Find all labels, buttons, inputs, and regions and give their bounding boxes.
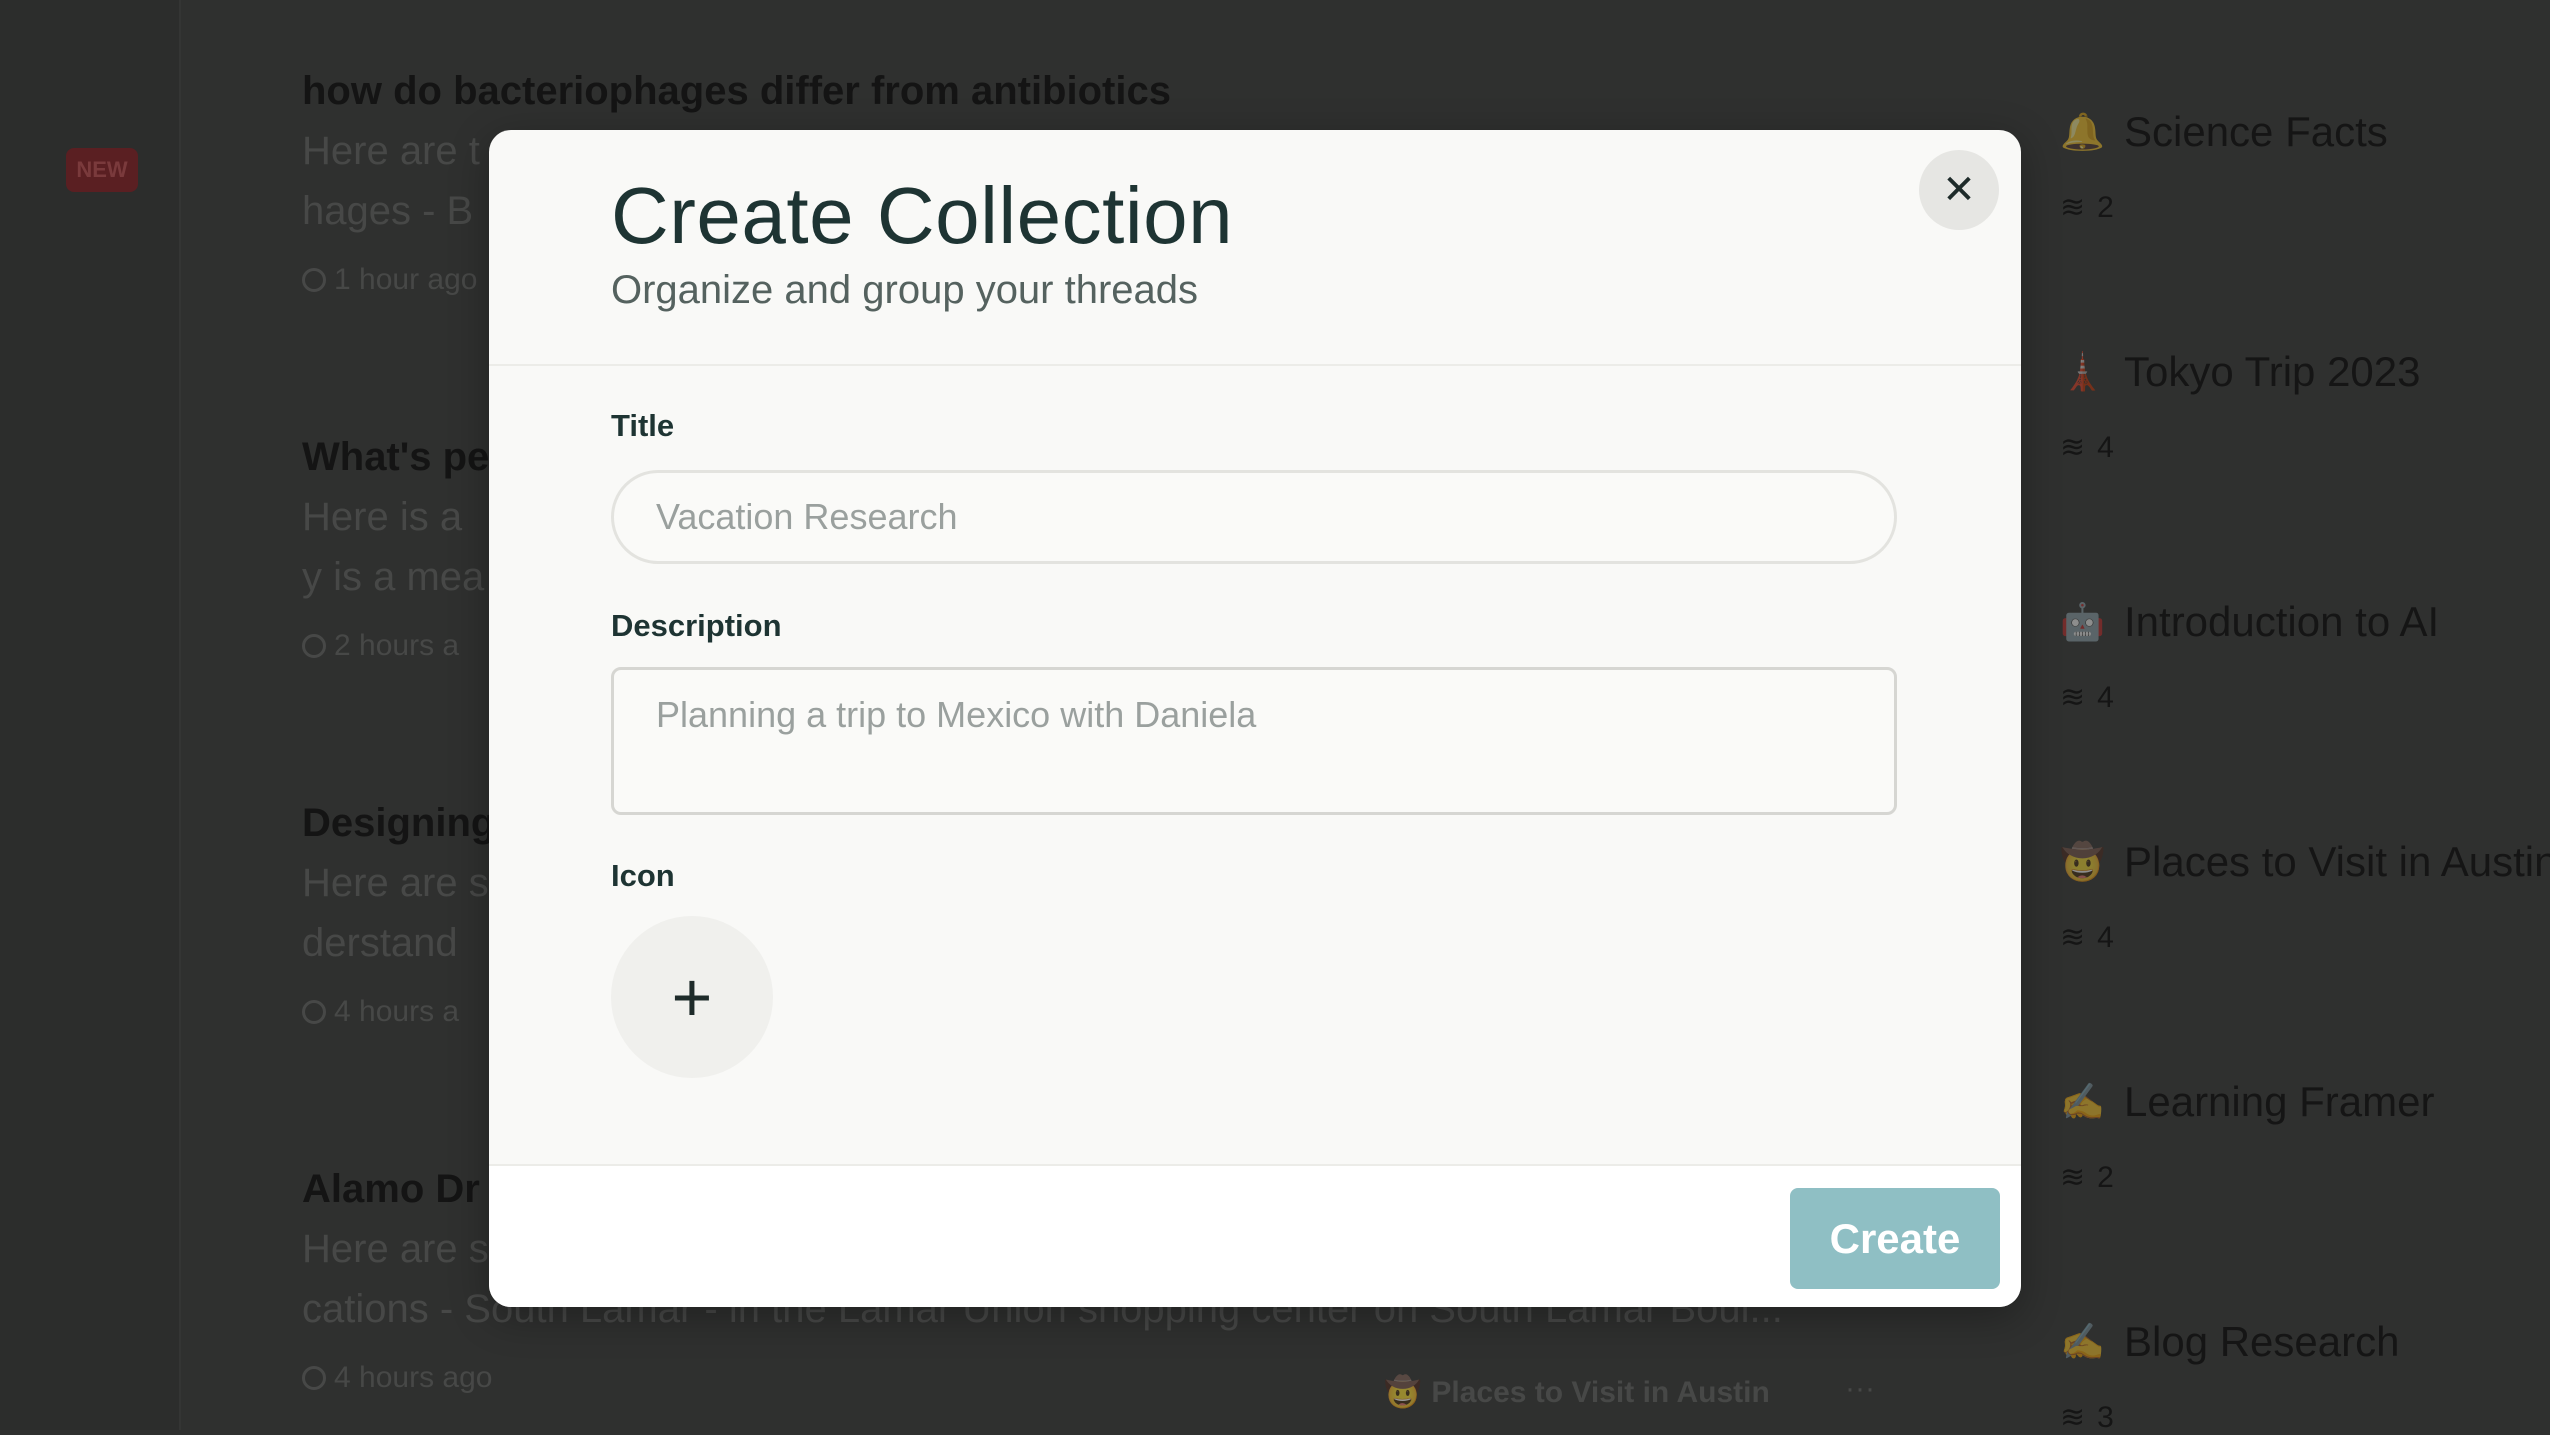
clock-icon — [302, 1000, 326, 1024]
dialog-subtitle: Organize and group your threads — [611, 268, 1199, 312]
close-icon: ✕ — [1942, 168, 1976, 212]
collection-name: Blog Research — [2124, 1318, 2400, 1365]
collection-count: 4 — [2097, 680, 2114, 714]
writing-hand-icon: ✍ — [2060, 1321, 2105, 1362]
cowboy-hat-icon: 🤠 — [1384, 1376, 1422, 1409]
layers-icon: ≋ — [2060, 191, 2086, 224]
collection-count: 2 — [2097, 1160, 2114, 1194]
thread-title: how do bacteriophages differ from antibi… — [302, 69, 1171, 113]
new-badge: NEW — [66, 148, 138, 192]
collection-name: Introduction to AI — [2124, 598, 2440, 645]
collection-item[interactable]: 🤖 Introduction to AI ≋ 4 — [2060, 598, 2550, 715]
collection-item[interactable]: 🤠 Places to Visit in Austin ≋ 4 — [2060, 838, 2550, 955]
thread-time: 1 hour ago — [334, 263, 478, 296]
description-textarea[interactable]: Planning a trip to Mexico with Daniela — [611, 667, 1897, 815]
robot-icon: 🤖 — [2060, 601, 2105, 642]
tokyo-tower-icon: 🗼 — [2060, 351, 2105, 392]
clock-icon — [302, 268, 326, 292]
thread-time: 2 hours a — [334, 629, 460, 662]
close-button[interactable]: ✕ — [1919, 150, 1999, 230]
layers-icon: ≋ — [2060, 1161, 2086, 1194]
title-input[interactable]: Vacation Research — [611, 470, 1897, 564]
collection-item[interactable]: 🗼 Tokyo Trip 2023 ≋ 4 — [2060, 348, 2550, 465]
layers-icon: ≋ — [2060, 921, 2086, 954]
collection-name: Places to Visit in Austin — [2124, 838, 2550, 885]
layers-icon: ≋ — [2060, 431, 2086, 464]
title-label: Title — [611, 408, 675, 443]
collection-count: 4 — [2097, 430, 2114, 464]
dialog-footer: Create — [489, 1164, 2021, 1307]
more-options-button[interactable]: ··· — [1845, 1372, 1875, 1406]
add-icon-button[interactable]: + — [611, 916, 773, 1078]
collection-item[interactable]: ✍ Learning Framer ≋ 2 — [2060, 1078, 2550, 1195]
clock-icon — [302, 634, 326, 658]
collection-count: 2 — [2097, 190, 2114, 224]
collection-count: 3 — [2097, 1400, 2114, 1434]
description-label: Description — [611, 608, 782, 643]
bell-icon: 🔔 — [2060, 111, 2105, 152]
create-button[interactable]: Create — [1790, 1188, 2000, 1289]
collection-tag-label: Places to Visit in Austin — [1431, 1375, 1770, 1409]
thread-collection-tag[interactable]: 🤠 Places to Visit in Austin — [1384, 1375, 1770, 1410]
thread-time: 4 hours a — [334, 995, 460, 1028]
create-collection-dialog: Create Collection Organize and group you… — [489, 130, 2021, 1307]
collection-item[interactable]: 🔔 Science Facts ≋ 2 — [2060, 108, 2550, 225]
collection-item[interactable]: ✍ Blog Research ≋ 3 — [2060, 1318, 2550, 1435]
plus-icon: + — [671, 958, 713, 1036]
left-sidebar: NEW — [0, 0, 181, 1430]
icon-label: Icon — [611, 858, 675, 893]
cowboy-hat-icon: 🤠 — [2060, 841, 2105, 882]
dialog-title: Create Collection — [611, 171, 1234, 260]
dialog-header: Create Collection Organize and group you… — [489, 130, 2021, 366]
writing-hand-icon: ✍ — [2060, 1081, 2105, 1122]
clock-icon — [302, 1366, 326, 1390]
layers-icon: ≋ — [2060, 681, 2086, 714]
collection-name: Science Facts — [2124, 108, 2388, 155]
collection-name: Learning Framer — [2124, 1078, 2435, 1125]
collection-name: Tokyo Trip 2023 — [2124, 348, 2421, 395]
collection-count: 4 — [2097, 920, 2114, 954]
thread-time: 4 hours ago — [334, 1361, 493, 1394]
